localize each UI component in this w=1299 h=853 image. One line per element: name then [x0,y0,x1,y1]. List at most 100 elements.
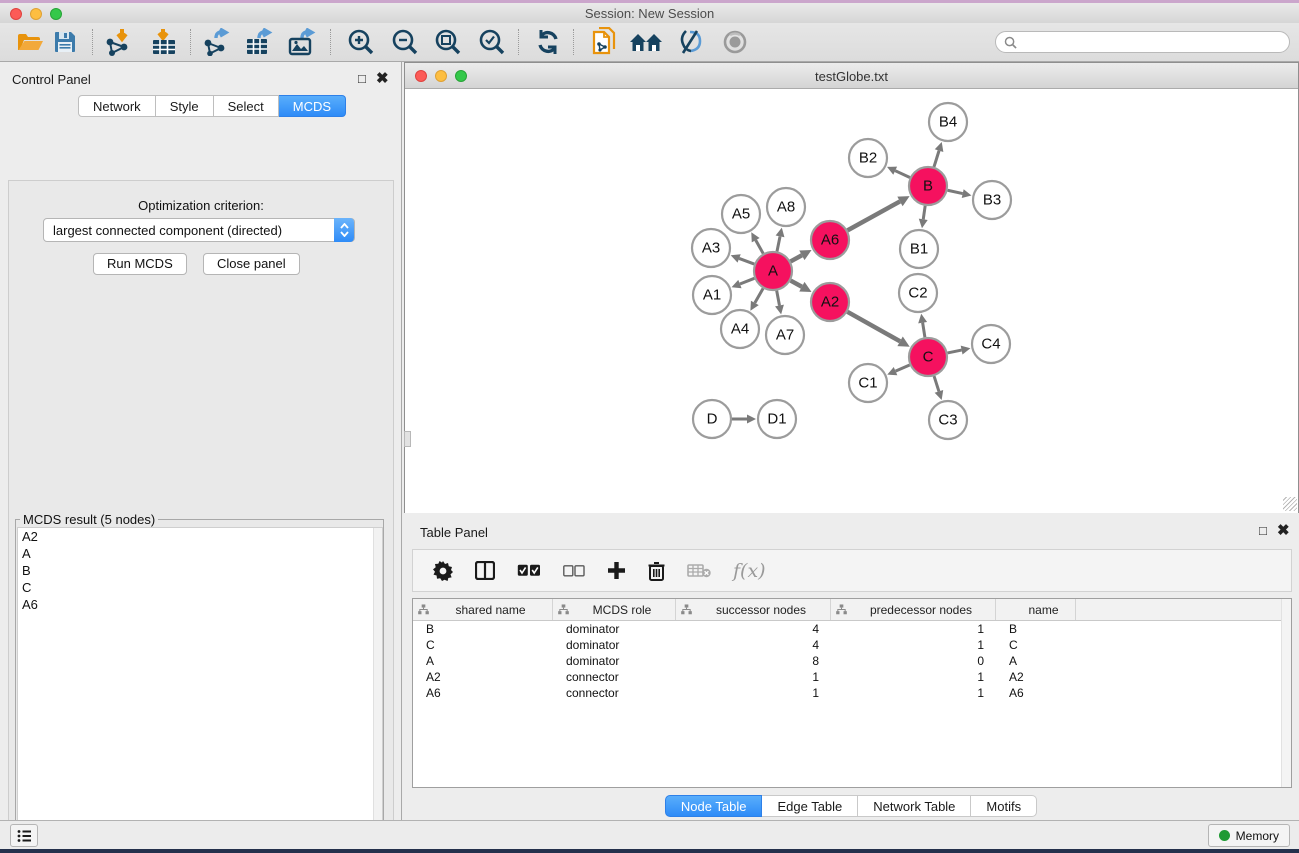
column-panel-button[interactable] [475,561,495,580]
zoom-in-button[interactable] [344,26,378,58]
network-graph[interactable]: B4B2BB3A5A8A6A3B1AA1C2A2A4A7C4CC1C3DD1 [405,90,1298,513]
graph-edge[interactable] [923,206,925,220]
node-label: C3 [938,412,957,429]
table-row[interactable]: Bdominator41B [413,621,1291,637]
mcds-result-item[interactable]: A6 [18,596,382,613]
search-input[interactable] [1022,35,1289,49]
column-header[interactable]: predecessor nodes [831,599,996,620]
graph-edge[interactable] [739,258,754,264]
node-label: A2 [821,294,839,311]
export-network-button[interactable] [200,26,234,58]
hide-annotations-button[interactable] [673,26,707,58]
zoom-selected-button[interactable] [475,26,509,58]
graph-edge[interactable] [791,255,802,261]
tab-network-table[interactable]: Network Table [858,795,971,817]
table-row[interactable]: A2connector11A2 [413,669,1291,685]
home-layout-button[interactable] [629,26,663,58]
graph-edge[interactable] [948,350,962,353]
delete-column-button[interactable] [648,561,665,581]
table-cell: dominator [553,654,676,668]
mcds-result-item[interactable]: C [18,579,382,596]
close-panel-button[interactable]: Close panel [203,253,300,275]
panel-splitter-handle[interactable] [404,431,411,447]
column-header[interactable]: successor nodes [676,599,831,620]
graph-edge[interactable] [847,312,900,342]
table-cell: C [413,638,553,652]
zoom-out-button[interactable] [388,26,422,58]
network-canvas[interactable]: B4B2BB3A5A8A6A3B1AA1C2A2A4A7C4CC1C3DD1 [405,90,1298,513]
export-table-button[interactable] [243,26,277,58]
table-cell: B [996,622,1076,636]
node-label: A [768,263,778,280]
tab-style[interactable]: Style [156,95,214,117]
open-session-button[interactable] [13,26,47,58]
graph-edge[interactable] [934,151,939,167]
window-titlebar[interactable]: Session: New Session [0,3,1299,23]
result-list-scrollbar[interactable] [373,528,382,853]
mcds-result-item[interactable]: A2 [18,528,382,545]
close-table-panel-icon[interactable]: ✖ [1277,521,1290,539]
memory-label: Memory [1236,829,1279,843]
column-header[interactable]: shared name [413,599,553,620]
mcds-result-item[interactable]: B [18,562,382,579]
graph-edge[interactable] [896,365,910,371]
table-settings-button[interactable] [433,561,453,581]
tab-node-table[interactable]: Node Table [665,795,763,817]
float-table-panel-icon[interactable]: □ [1259,523,1267,538]
import-table-button[interactable] [147,26,181,58]
import-network-button[interactable] [102,26,136,58]
column-header[interactable]: MCDS role [553,599,676,620]
save-session-button[interactable] [48,26,82,58]
memory-button[interactable]: Memory [1208,824,1290,847]
graph-edge[interactable] [791,281,802,287]
show-graphics-button[interactable] [718,26,752,58]
zoom-fit-button[interactable] [431,26,465,58]
node-label: B2 [859,150,877,167]
column-header[interactable]: name [996,599,1076,620]
tab-edge-table[interactable]: Edge Table [762,795,858,817]
tab-mcds[interactable]: MCDS [279,95,346,117]
export-image-button[interactable] [286,26,320,58]
tab-motifs[interactable]: Motifs [971,795,1037,817]
graph-edge[interactable] [777,291,780,306]
graph-edge[interactable] [934,376,939,391]
graph-edge[interactable] [756,240,764,253]
add-column-button[interactable] [607,561,626,580]
status-bar: Memory [0,820,1299,849]
tab-select[interactable]: Select [214,95,279,117]
table-cell: C [996,638,1076,652]
function-builder-button[interactable]: f(x) [733,560,766,582]
delete-table-button[interactable] [687,563,711,578]
mcds-result-item[interactable]: A [18,545,382,562]
table-row[interactable]: Adominator80A [413,653,1291,669]
graph-edge[interactable] [848,201,900,230]
table-row[interactable]: Cdominator41C [413,637,1291,653]
network-window-titlebar[interactable]: testGlobe.txt [405,63,1298,89]
window-title: Session: New Session [0,6,1299,21]
table-cell: dominator [553,638,676,652]
deselect-all-button[interactable] [563,565,585,577]
main-toolbar [0,23,1299,62]
graph-edge[interactable] [948,190,963,193]
control-panel: Control Panel □ ✖ Network Style Select M… [0,62,402,820]
run-mcds-button[interactable]: Run MCDS [93,253,187,275]
graph-edge[interactable] [755,288,763,303]
table-scrollbar[interactable] [1281,599,1291,787]
toolbar-search[interactable] [995,31,1290,53]
float-panel-icon[interactable]: □ [358,71,366,86]
tab-network[interactable]: Network [78,95,156,117]
criterion-dropdown[interactable]: largest connected component (directed) [43,218,355,242]
mcds-result-list[interactable]: A2ABCA6 [17,527,383,853]
graph-edge[interactable] [740,278,754,284]
graph-edge[interactable] [923,323,925,338]
refresh-button[interactable] [531,26,565,58]
table-row[interactable]: A6connector11A6 [413,685,1291,701]
select-all-button[interactable] [517,564,541,577]
task-history-button[interactable] [10,824,38,847]
graph-edge[interactable] [777,236,780,251]
delete-table-icon [687,563,711,578]
graph-edge[interactable] [895,171,910,178]
close-panel-icon[interactable]: ✖ [376,69,389,87]
duplicate-network-button[interactable] [587,26,621,58]
window-resize-grip[interactable] [1283,497,1297,511]
